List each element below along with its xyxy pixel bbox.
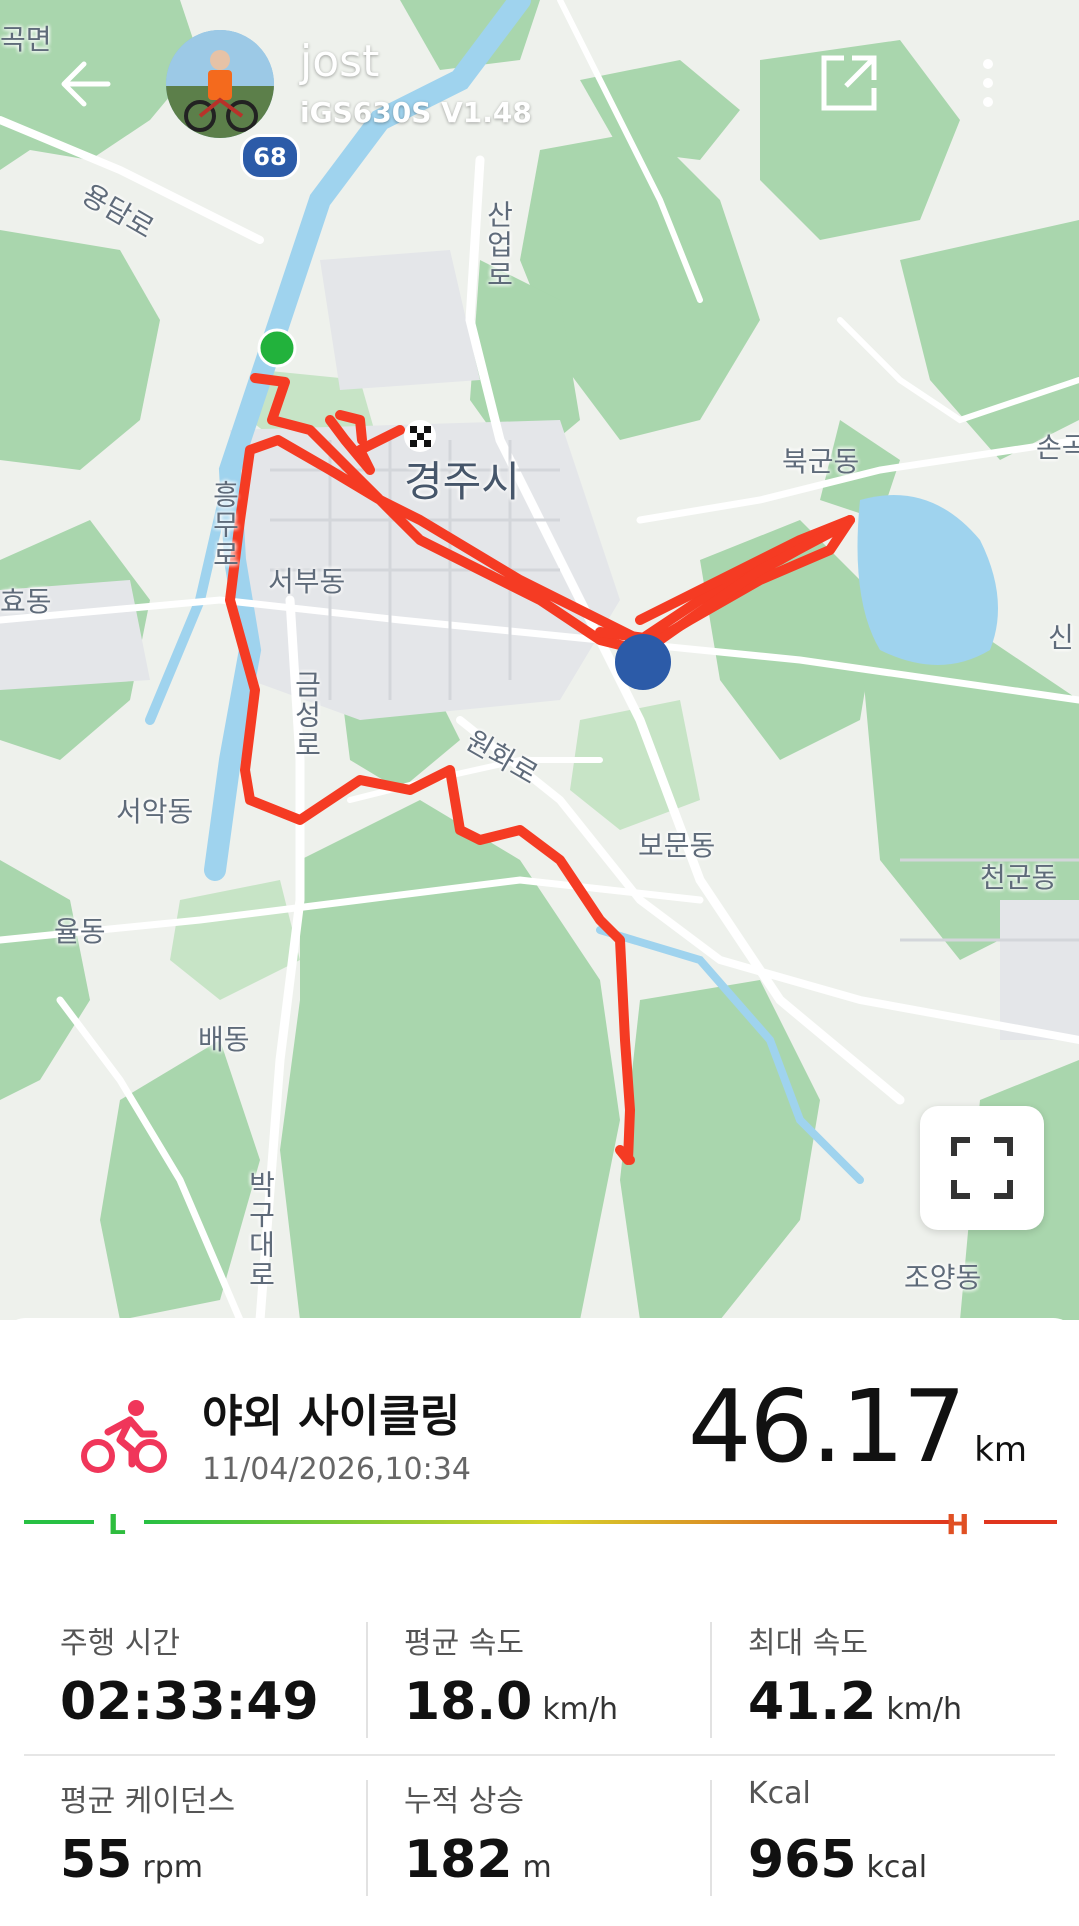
map-label-city: 경주시 bbox=[404, 457, 520, 506]
map-road-label: 산업로 bbox=[482, 200, 515, 290]
route-number-shield: 68 bbox=[240, 134, 300, 180]
map-canvas bbox=[0, 0, 1079, 1320]
lake bbox=[857, 495, 998, 665]
map-label-district: 천군동 bbox=[980, 861, 1058, 894]
map-label-district: 효동 bbox=[0, 585, 52, 618]
activity-datetime: 11/04/2026,10:34 bbox=[202, 1452, 471, 1487]
more-options-button[interactable] bbox=[968, 52, 1008, 114]
device-name: iGS630S V1.48 bbox=[300, 96, 532, 129]
divider bbox=[366, 1780, 368, 1896]
map-label-district: 배동 bbox=[198, 1023, 250, 1056]
stats-grid: 주행 시간 02:33:49 평균 속도 18.0 km/h 최대 속도 41.2… bbox=[24, 1574, 1055, 1904]
map-label-district: 서부동 bbox=[268, 565, 346, 598]
intensity-scale-bar bbox=[24, 1520, 1057, 1524]
highway-marker bbox=[615, 634, 671, 690]
stat-label: 최대 속도 bbox=[748, 1626, 868, 1661]
share-button[interactable] bbox=[818, 52, 880, 114]
stat-label: 주행 시간 bbox=[60, 1626, 180, 1661]
map-label-district: 율동 bbox=[54, 915, 106, 948]
scale-high-label: H bbox=[946, 1508, 970, 1541]
divider bbox=[710, 1780, 712, 1896]
fullscreen-button[interactable] bbox=[920, 1106, 1044, 1230]
distance-value: 46.17 bbox=[687, 1368, 966, 1485]
fullscreen-icon bbox=[951, 1137, 1013, 1199]
map-label-district: 서악동 bbox=[116, 795, 194, 828]
map-road-label: 박구대로 bbox=[244, 1170, 277, 1290]
map-label-district: 북군동 bbox=[782, 445, 860, 478]
activity-summary-panel: 야외 사이클링 11/04/2026,10:34 46.17 km L H 주행 … bbox=[0, 1318, 1079, 1903]
total-distance: 46.17 km bbox=[688, 1368, 1027, 1485]
stat-label: 누적 상승 bbox=[404, 1784, 524, 1819]
route-map[interactable]: 곡면 경주시 북군동 서부동 보문동 서악동 천군동 율동 배동 조양동 효동 … bbox=[0, 0, 1079, 1320]
stat-label: 평균 속도 bbox=[404, 1626, 524, 1661]
stat-value: 02:33:49 bbox=[60, 1672, 319, 1732]
stat-avg-cadence: 평균 케이던스 55 rpm bbox=[60, 1776, 380, 1926]
avatar-photo bbox=[166, 30, 274, 138]
more-vertical-icon bbox=[983, 59, 993, 107]
arrow-left-icon bbox=[61, 61, 111, 107]
map-label-district: 조양동 bbox=[904, 1261, 982, 1294]
map-road-label: 흥무로 bbox=[208, 480, 241, 570]
share-external-icon bbox=[821, 55, 877, 111]
map-label-corner: 곡면 bbox=[0, 23, 52, 56]
stat-avg-speed: 평균 속도 18.0 km/h bbox=[404, 1618, 724, 1768]
stat-unit: m bbox=[522, 1850, 552, 1885]
stat-ride-time: 주행 시간 02:33:49 bbox=[60, 1618, 380, 1768]
user-name: jost bbox=[300, 36, 380, 87]
stat-max-speed: 최대 속도 41.2 km/h bbox=[748, 1618, 1068, 1768]
distance-unit: km bbox=[974, 1430, 1027, 1470]
scale-low-label: L bbox=[108, 1508, 126, 1541]
route-start-marker bbox=[257, 328, 297, 368]
stat-label: 평균 케이던스 bbox=[60, 1784, 236, 1819]
stat-label: Kcal bbox=[748, 1776, 811, 1811]
map-road-label: 금성로 bbox=[290, 670, 323, 760]
stat-unit: kcal bbox=[866, 1850, 928, 1885]
stat-value: 18.0 bbox=[404, 1672, 533, 1732]
avatar[interactable] bbox=[166, 30, 274, 138]
stat-unit: km/h bbox=[886, 1692, 963, 1727]
stat-value: 182 bbox=[404, 1830, 513, 1890]
activity-type: 야외 사이클링 bbox=[202, 1391, 461, 1442]
divider bbox=[366, 1622, 368, 1738]
stat-value: 965 bbox=[748, 1830, 857, 1890]
map-label-district: 신 bbox=[1048, 621, 1074, 654]
divider bbox=[24, 1754, 1055, 1756]
stat-elevation-gain: 누적 상승 182 m bbox=[404, 1776, 724, 1926]
map-label-district: 손곡 bbox=[1036, 431, 1079, 464]
cycling-icon bbox=[80, 1398, 168, 1478]
stat-calories: Kcal 965 kcal bbox=[748, 1776, 1068, 1926]
map-label-district: 보문동 bbox=[638, 829, 716, 862]
stat-unit: rpm bbox=[142, 1850, 203, 1885]
stat-value: 41.2 bbox=[748, 1672, 877, 1732]
stat-unit: km/h bbox=[542, 1692, 619, 1727]
divider bbox=[710, 1622, 712, 1738]
stat-value: 55 bbox=[60, 1830, 133, 1890]
back-button[interactable] bbox=[56, 54, 116, 114]
